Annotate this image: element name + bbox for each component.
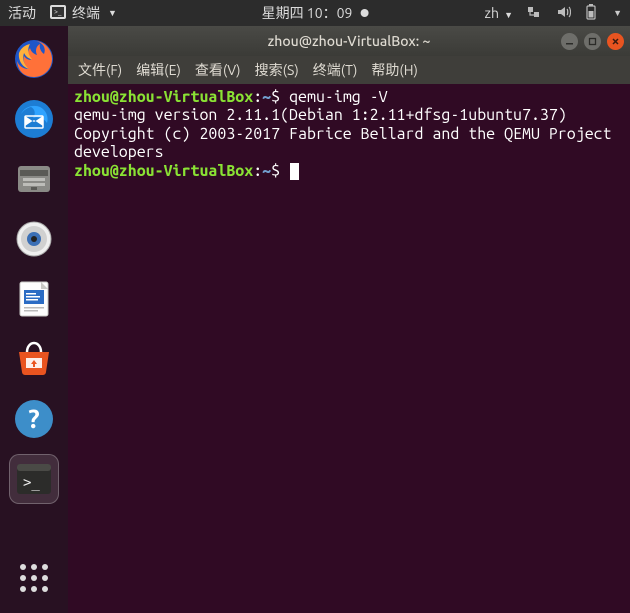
cursor — [290, 163, 299, 180]
terminal-window: zhou@zhou-VirtualBox: ~ 文件(F) 编辑(E) 查看(V… — [68, 26, 630, 613]
prompt-path: ~ — [262, 88, 271, 106]
chevron-down-icon: ▼ — [504, 10, 513, 20]
launcher-dock: ? >_ — [0, 26, 68, 613]
menu-help[interactable]: 帮助(H) — [371, 60, 418, 80]
menu-view[interactable]: 查看(V) — [195, 60, 241, 80]
window-titlebar[interactable]: zhou@zhou-VirtualBox: ~ — [68, 26, 630, 56]
menu-edit[interactable]: 编辑(E) — [136, 60, 181, 80]
launcher-help[interactable]: ? — [9, 394, 59, 444]
menu-search[interactable]: 搜索(S) — [255, 60, 299, 80]
menu-terminal[interactable]: 终端(T) — [313, 60, 358, 80]
output-line: qemu-img version 2.11.1(Debian 1:2.11+df… — [74, 106, 567, 124]
launcher-ubuntu-software[interactable] — [9, 334, 59, 384]
launcher-thunderbird[interactable] — [9, 94, 59, 144]
active-app-indicator[interactable]: >_ 终端 ▼ — [50, 3, 117, 23]
launcher-terminal[interactable]: >_ — [9, 454, 59, 504]
launcher-rhythmbox[interactable] — [9, 214, 59, 264]
prompt-user: zhou@zhou-VirtualBox — [74, 162, 253, 180]
menu-file[interactable]: 文件(F) — [78, 60, 122, 80]
input-method-indicator[interactable]: zh ▼ — [485, 5, 514, 21]
svg-text:?: ? — [28, 404, 39, 433]
close-button[interactable] — [607, 33, 624, 50]
terminal-icon: >_ — [50, 5, 66, 22]
show-applications-button[interactable] — [9, 553, 59, 603]
top-panel: 活动 >_ 终端 ▼ 星期四 10：09 zh ▼ ▼ — [0, 0, 630, 26]
sound-icon[interactable] — [557, 5, 571, 22]
launcher-files[interactable] — [9, 154, 59, 204]
terminal-body[interactable]: zhou@zhou-VirtualBox:~$ qemu-img -V qemu… — [68, 84, 630, 613]
activities-button[interactable]: 活动 — [8, 3, 36, 23]
prompt-path: ~ — [262, 162, 271, 180]
clock[interactable]: 星期四 10：09 — [262, 3, 369, 23]
command-line: qemu-img -V — [289, 88, 388, 106]
menubar: 文件(F) 编辑(E) 查看(V) 搜索(S) 终端(T) 帮助(H) — [68, 56, 630, 84]
chevron-down-icon: ▼ — [108, 8, 117, 18]
battery-icon[interactable] — [585, 4, 597, 23]
system-menu-icon[interactable]: ▼ — [613, 8, 622, 18]
minimize-button[interactable] — [561, 33, 578, 50]
launcher-firefox[interactable] — [9, 34, 59, 84]
prompt-user: zhou@zhou-VirtualBox — [74, 88, 253, 106]
notification-dot-icon — [360, 9, 368, 17]
maximize-button[interactable] — [584, 33, 601, 50]
network-icon[interactable] — [527, 5, 543, 22]
svg-text:>_: >_ — [54, 8, 62, 16]
launcher-libreoffice-writer[interactable] — [9, 274, 59, 324]
window-title: zhou@zhou-VirtualBox: ~ — [268, 33, 431, 49]
svg-text:>_: >_ — [23, 475, 40, 491]
output-line: Copyright (c) 2003-2017 Fabrice Bellard … — [74, 125, 621, 161]
